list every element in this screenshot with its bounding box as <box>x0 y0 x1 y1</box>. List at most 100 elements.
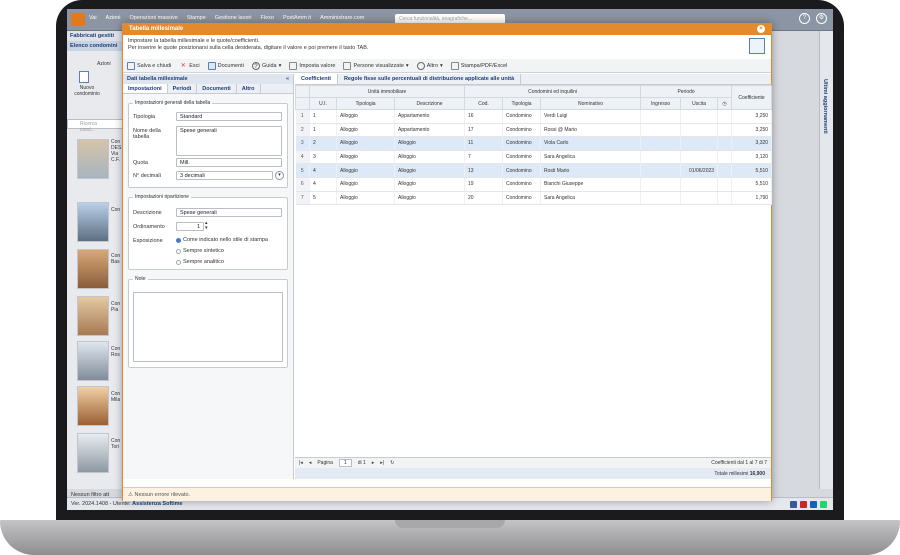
chevron-down-icon[interactable]: ▾ <box>275 171 284 180</box>
list-item[interactable]: Con <box>111 207 120 213</box>
condominio-thumbnail[interactable] <box>77 341 109 381</box>
tab-impostazioni[interactable]: Impostazioni <box>123 84 168 93</box>
col-tipologia-condomino[interactable]: Tipologia <box>502 97 542 110</box>
cell-coefficiente[interactable]: 3,320 <box>731 136 773 151</box>
col-ui[interactable]: U.I. <box>309 97 337 110</box>
cell-ui[interactable]: 5 <box>309 191 337 206</box>
cell-ui[interactable]: 1 <box>309 123 337 138</box>
cell-tip2[interactable]: Condomino <box>502 163 542 178</box>
header-coefficiente[interactable]: Coefficiente <box>731 85 773 110</box>
menu-item-operazioni-massive[interactable]: Operazioni massive <box>130 15 178 21</box>
close-icon[interactable]: × <box>757 25 765 33</box>
table-row[interactable]: 5 4 Alloggio Alloggio 13 Condomino Rosti Mario… <box>295 163 773 178</box>
cell-desc[interactable]: Appartamento <box>394 123 466 138</box>
table-row[interactable]: 3 2 Alloggio Alloggio 11 Condomino Viola Carlo… <box>295 136 773 151</box>
cell-usc[interactable] <box>680 109 719 124</box>
cell-tip2[interactable]: Condomino <box>502 109 542 124</box>
visible-people-button[interactable]: Persone visualizzate ▾ <box>343 61 409 70</box>
gear-icon[interactable]: ⚙ <box>816 13 827 24</box>
cell-tip2[interactable]: Condomino <box>502 177 542 192</box>
cell-desc[interactable]: Alloggio <box>394 177 466 192</box>
cell-tip[interactable]: Alloggio <box>336 150 395 165</box>
cell-coefficiente[interactable]: 5,510 <box>731 177 773 192</box>
youtube-icon[interactable] <box>800 501 807 508</box>
cell-cod[interactable]: 11 <box>464 136 504 151</box>
cell-ing[interactable] <box>640 177 682 192</box>
new-condominio-button[interactable]: Nuovo condominio <box>69 85 105 97</box>
cell-tip[interactable]: Alloggio <box>336 123 395 138</box>
tab-periodi[interactable]: Periodi <box>168 84 198 93</box>
facebook-icon[interactable] <box>790 501 797 508</box>
decimali-select[interactable]: 3 decimali <box>176 171 273 180</box>
save-close-button[interactable]: Salva e chiudi <box>127 61 171 70</box>
cell-ui[interactable]: 1 <box>309 109 337 124</box>
cell-desc[interactable]: Alloggio <box>394 163 466 178</box>
new-document-icon[interactable] <box>79 71 89 83</box>
cell-nom[interactable]: Sara Angelica <box>540 191 642 206</box>
cell-coefficiente[interactable]: 5,510 <box>731 163 773 178</box>
latest-updates-label[interactable]: Ultimi aggiornamenti <box>822 79 828 134</box>
quota-field[interactable]: Mill. <box>176 158 282 167</box>
cell-nom[interactable]: Viola Carlo <box>540 136 642 151</box>
menu-item-stampe[interactable]: Stampe <box>187 15 206 21</box>
cell-ing[interactable] <box>640 163 682 178</box>
cell-ui[interactable]: 2 <box>309 136 337 151</box>
descrizione-field[interactable]: Spese generali <box>176 208 282 217</box>
last-page-icon[interactable]: ▸| <box>380 460 384 466</box>
cell-tip[interactable]: Alloggio <box>336 177 395 192</box>
tab-documenti[interactable]: Documenti <box>197 84 237 93</box>
tab-altro[interactable]: Altro <box>237 84 261 93</box>
cell-coefficiente[interactable]: 3,250 <box>731 123 773 138</box>
prev-page-icon[interactable]: ◂ <box>309 460 312 466</box>
cell-ing[interactable] <box>640 109 682 124</box>
cell-desc[interactable]: Alloggio <box>394 191 466 206</box>
cell-nom[interactable]: Sara Angelica <box>540 150 642 165</box>
cell-desc[interactable]: Alloggio <box>394 150 466 165</box>
page-input[interactable]: 1 <box>338 459 352 467</box>
col-tipologia[interactable]: Tipologia <box>336 97 395 110</box>
app-logo-icon[interactable] <box>71 13 85 26</box>
cell-cod[interactable]: 19 <box>464 177 504 192</box>
cell-usc[interactable] <box>680 191 719 206</box>
cell-coefficiente[interactable]: 3,250 <box>731 109 773 124</box>
cell-ing[interactable] <box>640 150 682 165</box>
menu-item-gestione-lavori[interactable]: Gestione lavori <box>215 15 252 21</box>
tab-elenco-condomini[interactable]: Elenco condomini <box>67 41 122 51</box>
tab-coefficienti[interactable]: Coefficienti <box>295 74 338 84</box>
cell-ui[interactable]: 4 <box>309 163 337 178</box>
cell-ui[interactable]: 3 <box>309 150 337 165</box>
cell-ing[interactable] <box>640 136 682 151</box>
menu-item-azioni[interactable]: Azioni <box>106 15 121 21</box>
cell-tip2[interactable]: Condomino <box>502 136 542 151</box>
cell-ui[interactable]: 4 <box>309 177 337 192</box>
nome-field[interactable]: Spese generali <box>176 126 282 156</box>
col-descrizione[interactable]: Descrizione <box>393 97 466 110</box>
cell-usc[interactable] <box>680 150 719 165</box>
notes-textarea[interactable] <box>133 292 283 362</box>
stepper-arrows-icon[interactable]: ▴ ▾ <box>205 221 208 231</box>
col-cod[interactable]: Cod. <box>464 97 504 110</box>
cell-tip[interactable]: Alloggio <box>336 109 395 124</box>
tipologia-field[interactable]: Standard <box>176 112 282 121</box>
whatsapp-icon[interactable] <box>820 501 827 508</box>
condominio-thumbnail[interactable] <box>77 296 109 336</box>
tab-regole-fisse[interactable]: Regole fisse sulle percentuali di distri… <box>338 74 522 84</box>
cell-nom[interactable]: Rosti Mario <box>540 163 642 178</box>
cell-desc[interactable]: Alloggio <box>394 136 466 151</box>
table-row[interactable]: 4 3 Alloggio Alloggio 7 Condomino Sara Angelic… <box>295 150 773 165</box>
radio-come-indicato[interactable]: Come indicato nello stile di stampa <box>176 237 268 243</box>
ordinamento-stepper[interactable]: 1 <box>176 222 204 231</box>
table-row[interactable]: 6 4 Alloggio Alloggio 19 Condomino Bianchi Giu… <box>295 177 773 192</box>
cell-cod[interactable]: 13 <box>464 163 504 178</box>
col-ingresso[interactable]: Ingresso <box>640 97 682 110</box>
table-row[interactable]: 2 1 Alloggio Appartamento 17 Condomino Rossi @… <box>295 123 773 138</box>
print-pdf-excel-button[interactable]: Stampa/PDF/Excel <box>450 61 507 70</box>
guide-button[interactable]: ? Guida ▾ <box>251 61 281 70</box>
cell-ing[interactable] <box>640 123 682 138</box>
menu-item-postamm[interactable]: PostAmm it <box>283 15 311 21</box>
menu-item-flexo[interactable]: Flexo <box>260 15 273 21</box>
exit-button[interactable]: ✕ Esci <box>179 62 200 70</box>
cell-nom[interactable]: Bianchi Giuseppe <box>540 177 642 192</box>
cell-nom[interactable]: Verdi Luigi <box>540 109 642 124</box>
condominio-thumbnail[interactable] <box>77 386 109 426</box>
